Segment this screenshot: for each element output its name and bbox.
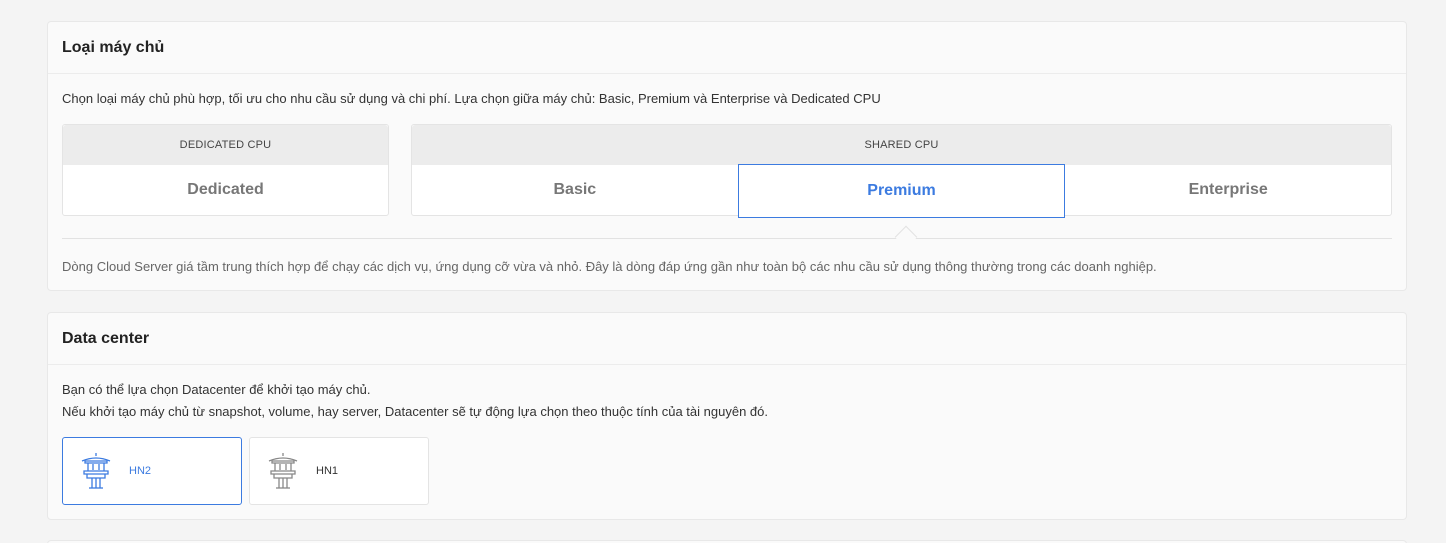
datacenter-card: Data center Bạn có thể lựa chọn Datacent… bbox=[47, 312, 1407, 520]
selection-pointer bbox=[894, 225, 918, 249]
server-type-header: Loại máy chủ bbox=[48, 22, 1406, 74]
dedicated-cpu-heading: DEDICATED CPU bbox=[63, 125, 388, 165]
server-type-title: Loại máy chủ bbox=[62, 38, 165, 56]
datacenter-option-hn1[interactable]: HN1 bbox=[249, 437, 429, 505]
datacenter-label-hn2: HN2 bbox=[129, 465, 152, 477]
option-dedicated[interactable]: Dedicated bbox=[63, 165, 388, 215]
shared-cpu-heading: SHARED CPU bbox=[412, 125, 1391, 165]
datacenter-header: Data center bbox=[48, 313, 1406, 365]
option-premium[interactable]: Premium bbox=[737, 164, 1066, 218]
dedicated-cpu-group: DEDICATED CPU Dedicated bbox=[62, 124, 389, 216]
datacenter-title: Data center bbox=[62, 329, 150, 347]
datacenter-description-line2: Nếu khởi tạo máy chủ từ snapshot, volume… bbox=[62, 404, 768, 419]
pagoda-icon bbox=[268, 453, 298, 489]
shared-cpu-options: Basic Premium Enterprise bbox=[412, 164, 1391, 218]
server-type-description: Chọn loại máy chủ phù hợp, tối ưu cho nh… bbox=[62, 91, 881, 106]
option-enterprise[interactable]: Enterprise bbox=[1065, 165, 1391, 215]
datacenter-description-line1: Bạn có thể lựa chọn Datacenter để khởi t… bbox=[62, 382, 371, 397]
server-type-divider bbox=[62, 238, 1392, 239]
dedicated-cpu-options: Dedicated bbox=[63, 165, 388, 215]
selected-type-description: Dòng Cloud Server giá tầm trung thích hợ… bbox=[62, 259, 1157, 274]
option-basic[interactable]: Basic bbox=[412, 165, 738, 215]
shared-cpu-group: SHARED CPU Basic Premium Enterprise bbox=[411, 124, 1392, 218]
datacenter-label-hn1: HN1 bbox=[316, 465, 339, 477]
server-type-card: Loại máy chủ Chọn loại máy chủ phù hợp, … bbox=[47, 21, 1407, 291]
datacenter-option-hn2[interactable]: HN2 bbox=[62, 437, 242, 505]
pagoda-icon bbox=[81, 453, 111, 489]
